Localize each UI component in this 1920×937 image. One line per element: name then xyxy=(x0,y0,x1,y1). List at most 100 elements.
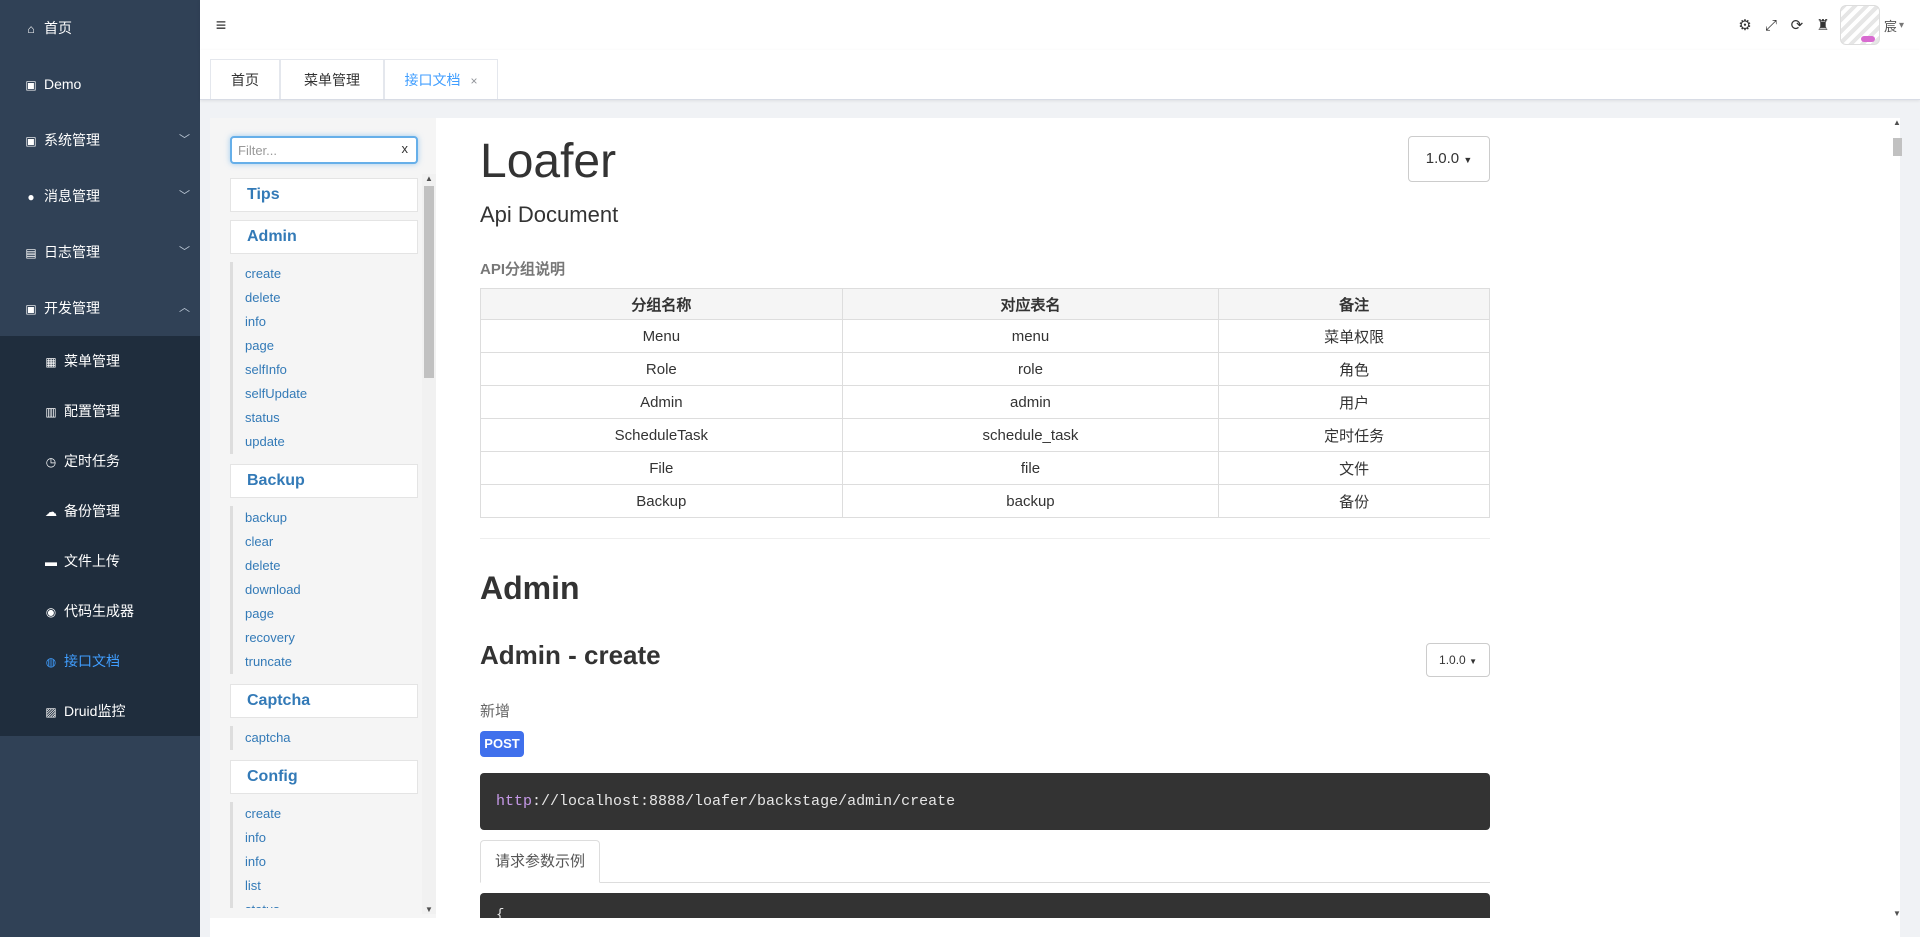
scroll-up-icon[interactable]: ▲ xyxy=(422,174,436,183)
doc-subtitle: Api Document xyxy=(480,202,619,227)
nav-link[interactable]: list xyxy=(233,874,418,898)
nav-group-captcha[interactable]: Captcha xyxy=(230,684,418,718)
scrollbar-thumb[interactable] xyxy=(1893,138,1902,156)
page-scrollbar[interactable]: ▲ ▼ xyxy=(1891,118,1903,918)
table-cell: 菜单权限 xyxy=(1218,319,1490,353)
sidebar-item[interactable]: ⌂ 首页 xyxy=(0,0,200,56)
scroll-down-icon[interactable]: ▼ xyxy=(1891,909,1903,918)
sidebar-subitem[interactable]: ▬ 文件上传 xyxy=(0,536,200,586)
scrollbar-thumb[interactable] xyxy=(424,186,434,378)
nav-link[interactable]: captcha xyxy=(233,726,418,750)
table-cell: 备份 xyxy=(1218,484,1490,518)
filter-clear-button[interactable]: x xyxy=(402,141,409,156)
table-row: ScheduleTask schedule_task 定时任务 xyxy=(480,418,1490,452)
sidebar-subitem[interactable]: ◷ 定时任务 xyxy=(0,436,200,486)
caret-down-icon: ▼ xyxy=(1469,657,1477,666)
tab-1[interactable]: 菜单管理 xyxy=(280,59,384,99)
nav-link[interactable]: create xyxy=(233,802,418,826)
sidebar-item[interactable]: ▣ 开发管理 ︿ xyxy=(0,280,200,336)
sidebar-item-label: 定时任务 xyxy=(64,453,120,469)
broom-icon[interactable]: ♜ xyxy=(1810,16,1836,34)
sidebar-subitem[interactable]: ◍ 接口文档 xyxy=(0,636,200,686)
nav-link[interactable]: info xyxy=(233,826,418,850)
avatar[interactable] xyxy=(1839,5,1880,45)
sidebar: ⌂ 首页 ▣ Demo ▣ 系统管理 ﹀ ● 消息管理 ﹀ ▤ 日志管理 ﹀ ▣ 开发管理 ︿ ▦ 菜单管理 ▥ 配置… xyxy=(0,0,200,937)
nav-link[interactable]: recovery xyxy=(233,626,418,650)
tab-2[interactable]: 接口文档 × xyxy=(384,59,498,99)
sidebar-item-label: 消息管理 xyxy=(44,188,100,204)
cloud-upload-icon: ☁ xyxy=(45,505,57,519)
sidebar-subitem[interactable]: ▥ 配置管理 xyxy=(0,386,200,436)
sidebar-subitem[interactable]: ◉ 代码生成器 xyxy=(0,586,200,636)
column-header: 对应表名 xyxy=(841,288,1220,320)
nav-link[interactable]: status xyxy=(233,898,418,908)
tags-view: 首页 菜单管理 接口文档 × xyxy=(200,50,1920,100)
section-title: Admin xyxy=(480,570,580,606)
divider xyxy=(480,538,1490,539)
nav-link[interactable]: page xyxy=(233,602,418,626)
nav-link[interactable]: page xyxy=(233,334,418,358)
scroll-down-icon[interactable]: ▼ xyxy=(422,905,436,914)
tab-0[interactable]: 首页 xyxy=(210,59,280,99)
sidebar-item-label: 代码生成器 xyxy=(64,603,134,619)
chevron-down-icon[interactable]: ▾ xyxy=(1899,20,1904,31)
nav-link[interactable]: clear xyxy=(233,530,418,554)
table-cell: 文件 xyxy=(1218,451,1490,485)
user-name[interactable]: 宸 xyxy=(1884,16,1897,35)
nav-group-config[interactable]: Config xyxy=(230,760,418,794)
nav-link[interactable]: selfInfo xyxy=(233,358,418,382)
sidebar-subitem[interactable]: ☁ 备份管理 xyxy=(0,486,200,536)
monitor-icon: ▣ xyxy=(25,134,37,148)
refresh-icon[interactable]: ⟳ xyxy=(1784,16,1810,34)
sidebar-item-label: 菜单管理 xyxy=(64,353,120,369)
sidebar-item[interactable]: ▣ 系统管理 ﹀ xyxy=(0,112,200,168)
nav-link[interactable]: status xyxy=(233,406,418,430)
nav-link[interactable]: selfUpdate xyxy=(233,382,418,406)
nav-link[interactable]: truncate xyxy=(233,650,418,674)
sidebar-item-label: Druid监控 xyxy=(64,703,126,719)
scrollbar[interactable]: ▲ ▼ xyxy=(422,174,436,914)
sidebar-item-label: Demo xyxy=(44,76,82,92)
sidebar-item[interactable]: ● 消息管理 ﹀ xyxy=(0,168,200,224)
nav-link[interactable]: delete xyxy=(233,286,418,310)
sidebar-subitem[interactable]: ▦ 菜单管理 xyxy=(0,336,200,386)
scroll-up-icon[interactable]: ▲ xyxy=(1891,118,1903,127)
nav-link[interactable]: update xyxy=(233,430,418,454)
nav-link[interactable]: delete xyxy=(233,554,418,578)
nav-link[interactable]: backup xyxy=(233,506,418,530)
table-row: Menu menu 菜单权限 xyxy=(480,319,1490,353)
sidebar-subitem[interactable]: ▨ Druid监控 xyxy=(0,686,200,736)
nav-link[interactable]: download xyxy=(233,578,418,602)
fullscreen-icon[interactable]: ⤢ xyxy=(1758,17,1784,34)
table-cell: menu xyxy=(841,319,1220,353)
nav-group-admin[interactable]: Admin xyxy=(230,220,418,254)
table-cell: File xyxy=(480,451,843,485)
settings-icon[interactable]: ⚙ xyxy=(1732,16,1758,34)
tab-label: 接口文档 xyxy=(404,72,461,88)
sidebar-item[interactable]: ▣ Demo xyxy=(0,56,200,112)
nav-group-tips[interactable]: Tips xyxy=(230,178,418,212)
hamburger-icon[interactable]: ≡ xyxy=(210,14,232,36)
api-version-dropdown[interactable]: 1.0.0 ▼ xyxy=(1426,643,1490,677)
tab-label: 首页 xyxy=(231,72,259,88)
chevron-down-icon: ﹀ xyxy=(179,190,190,202)
nav-link[interactable]: info xyxy=(233,850,418,874)
version-label: 1.0.0 xyxy=(1425,150,1460,167)
nav-group-backup[interactable]: Backup xyxy=(230,464,418,498)
nav-items: backup clear delete download page recovery tru… xyxy=(230,506,418,674)
log-icon: ▤ xyxy=(25,246,37,260)
close-icon[interactable]: × xyxy=(470,74,477,88)
sidebar-item-label: 备份管理 xyxy=(64,503,120,519)
nav-link[interactable]: create xyxy=(233,262,418,286)
home-icon: ⌂ xyxy=(27,22,35,36)
nav-items: createinfoinfoliststatus xyxy=(230,802,418,908)
version-dropdown[interactable]: 1.0.0 ▼ xyxy=(1408,136,1490,182)
tab-request-example[interactable]: 请求参数示例 xyxy=(480,840,601,883)
nav-link[interactable]: info xyxy=(233,310,418,334)
nav-items: create delete info page selfInfo selfUpdate st… xyxy=(230,262,418,454)
sidebar-item[interactable]: ▤ 日志管理 ﹀ xyxy=(0,224,200,280)
filter-input[interactable] xyxy=(238,141,388,159)
group-heading: API分组说明 xyxy=(480,261,566,278)
chat-icon: ● xyxy=(27,190,35,204)
dashboard-icon: ▨ xyxy=(45,705,57,719)
